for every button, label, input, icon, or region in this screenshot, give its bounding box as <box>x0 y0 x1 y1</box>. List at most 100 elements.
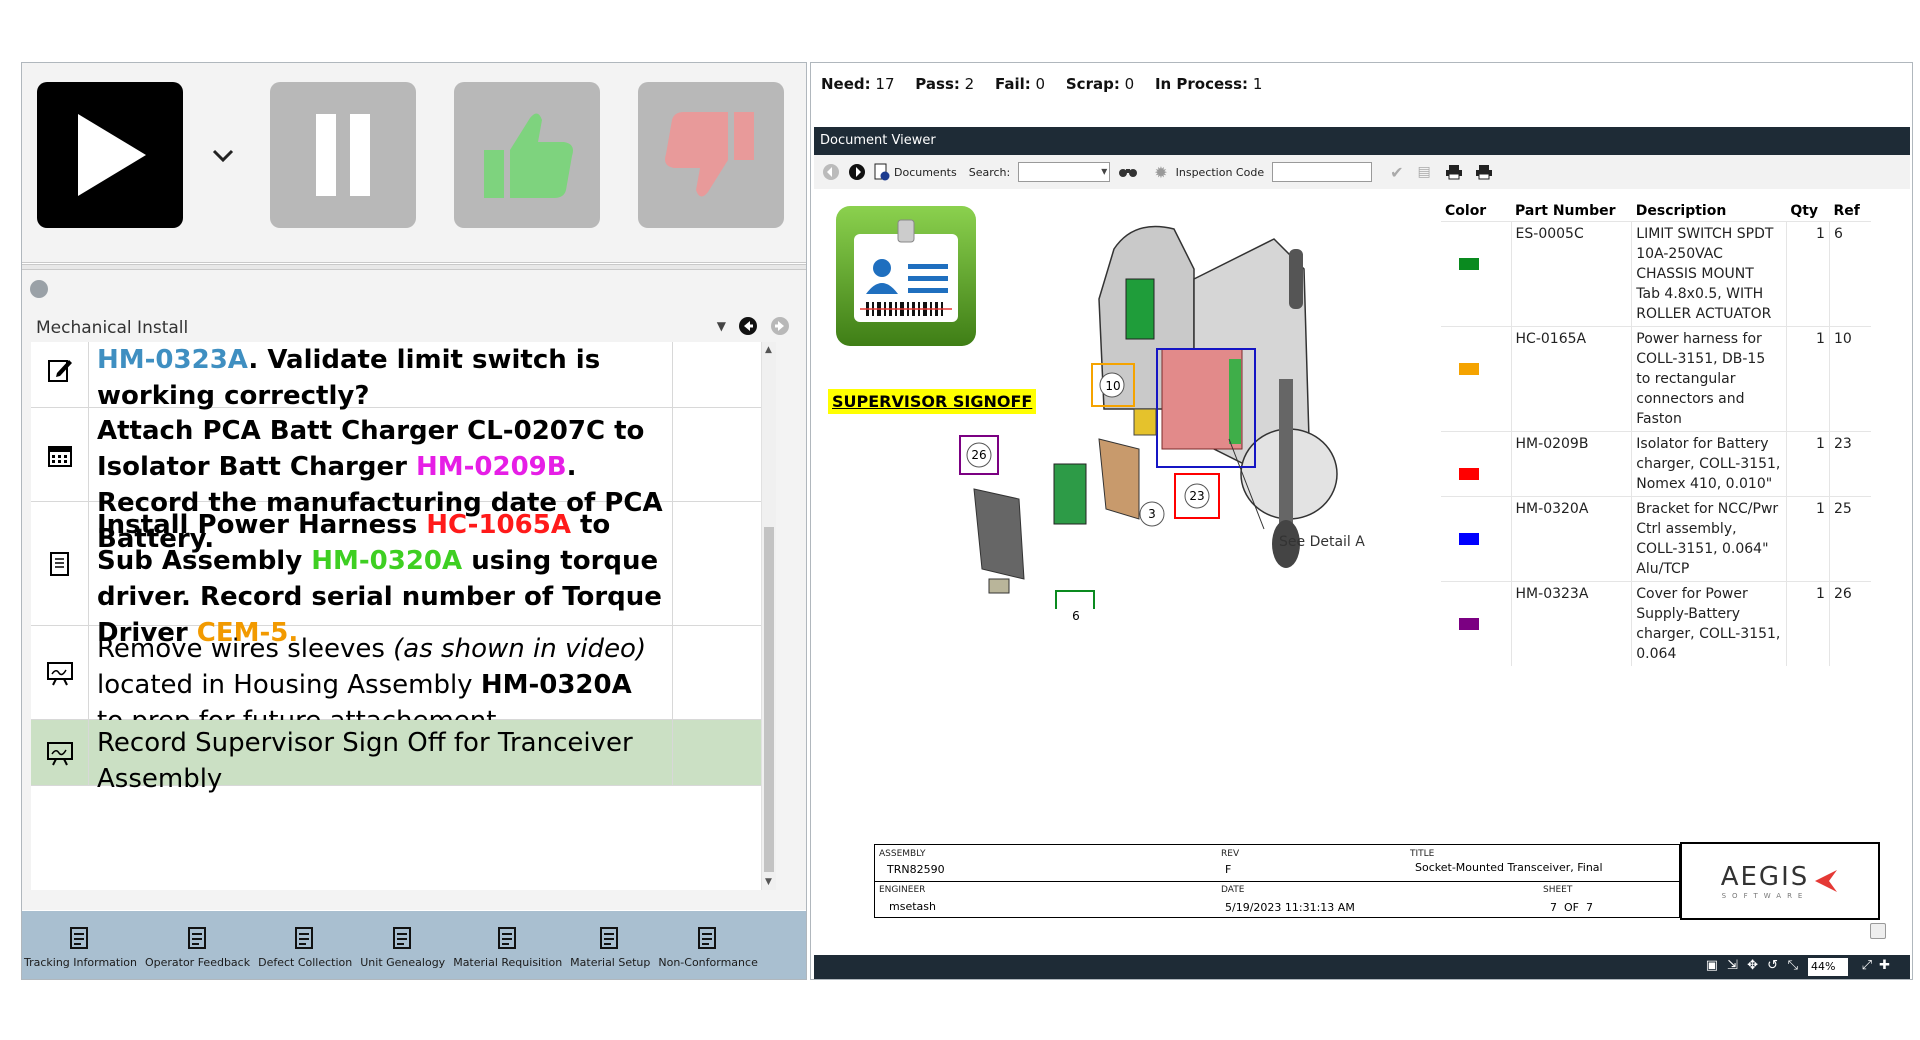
feedback-button[interactable]: Operator Feedback <box>145 926 250 969</box>
chevron-down-icon <box>212 149 234 163</box>
signoff-icon <box>31 720 89 785</box>
select-icon[interactable]: ▣ <box>1706 958 1718 973</box>
step-row[interactable]: Install Power Harness HC-1065A to Sub As… <box>31 502 761 648</box>
table-row[interactable]: HM-0323A Cover for Power Supply-Battery c… <box>1441 581 1871 666</box>
defect-icon <box>295 927 314 949</box>
search-dropdown[interactable] <box>1018 162 1111 182</box>
step-data-cell[interactable] <box>673 342 761 407</box>
quantity: 1 <box>1785 581 1830 666</box>
fail-label: Fail: <box>994 75 1031 93</box>
documents-button[interactable]: Documents <box>874 163 957 181</box>
step-instruction: Record Supervisor Sign Off for Tranceive… <box>89 720 673 794</box>
zoom-level[interactable]: 44% <box>1808 958 1848 976</box>
defect-button[interactable]: Defect Collection <box>258 926 352 969</box>
column-header: Part Number <box>1515 203 1616 219</box>
table-row[interactable]: HC-0165A Power harness for COLL-3151, DB-… <box>1441 326 1871 432</box>
pause-icon <box>316 114 370 196</box>
step-row[interactable]: Record Supervisor Sign Off for Tranceive… <box>31 720 761 794</box>
fit-page-icon[interactable]: ⤡ <box>1788 958 1798 973</box>
edit-icon[interactable] <box>30 280 48 298</box>
step-text-segment: Remove wires sleeves <box>97 634 394 664</box>
step-row[interactable]: Remove wires sleeves (as shown in video)… <box>31 626 761 736</box>
column-header: Qty <box>1790 203 1819 219</box>
print-all-icon[interactable] <box>1475 164 1493 180</box>
page-refresh-icon[interactable] <box>1870 923 1886 939</box>
part-number: HM-0209B <box>1510 431 1632 497</box>
need-count: 17 <box>875 75 895 93</box>
step-list[interactable]: HM-0323A. Validate limit switch is worki… <box>31 342 776 890</box>
title-label: TITLE <box>1410 849 1435 859</box>
vertical-scrollbar[interactable]: ▲ ▼ <box>761 342 776 890</box>
play-button[interactable] <box>37 82 183 228</box>
document-page[interactable]: SUPERVISOR SIGNOFF 10 26 3 23 6 See Deta… <box>814 189 1910 955</box>
requisition-button[interactable]: Material Requisition <box>453 926 562 969</box>
pass-button[interactable] <box>454 82 600 228</box>
parts-table: Color Part Number Description Qty Ref ES-000… <box>1441 201 1871 666</box>
title-value: Socket-Mounted Transceiver, Final <box>1415 861 1603 874</box>
next-icon[interactable] <box>770 316 790 336</box>
callout-label: 23 <box>1189 489 1205 503</box>
scroll-down-icon[interactable]: ▼ <box>765 877 772 887</box>
color-swatch-cell <box>1441 581 1512 666</box>
app-window: Mechanical Install ▼ HM-0323A. Validate … <box>21 62 1913 980</box>
scroll-up-icon[interactable]: ▲ <box>765 345 772 355</box>
part-number: HM-0323A <box>1510 581 1632 666</box>
table-row[interactable]: ES-0005C LIMIT SWITCH SPDT 10A-250VAC CHA… <box>1441 221 1871 327</box>
documents-label: Documents <box>894 165 957 179</box>
reference: 10 <box>1828 326 1871 432</box>
check-icon[interactable]: ✔ <box>1390 163 1403 182</box>
step-text-segment: Install Power Harness <box>97 510 427 540</box>
logo-arrow-icon <box>1815 870 1838 892</box>
table-row[interactable]: HM-0320A Bracket for NCC/Pwr Ctrl assembl… <box>1441 496 1871 582</box>
binoculars-icon[interactable] <box>1118 165 1138 179</box>
toolbar-label: Unit Genealogy <box>360 956 446 969</box>
chevron-down-icon[interactable]: ▼ <box>717 319 726 333</box>
pause-button[interactable] <box>270 82 416 228</box>
tracking-button[interactable]: Tracking Information <box>24 926 137 969</box>
inspection-code-input[interactable] <box>1272 162 1373 182</box>
zoom-out-icon[interactable]: ⤢ <box>1862 958 1872 973</box>
callout-label: 6 <box>1072 609 1080 623</box>
filter-icon[interactable]: ▤ <box>1418 164 1431 180</box>
fit-width-icon[interactable]: ⇲ <box>1727 958 1738 973</box>
callout-label: 3 <box>1148 507 1156 521</box>
scrap-label: Scrap: <box>1065 75 1120 93</box>
back-icon[interactable] <box>822 163 840 181</box>
fail-button[interactable] <box>638 82 784 228</box>
step-row[interactable]: HM-0323A. Validate limit switch is worki… <box>31 342 761 411</box>
part-number: HM-0320A <box>1510 496 1632 582</box>
column-header: Color <box>1445 203 1487 219</box>
scrollbar-thumb[interactable] <box>764 527 774 872</box>
pass-count: 2 <box>964 75 975 93</box>
table-row[interactable]: HM-0209B Isolator for Battery charger, CO… <box>1441 431 1871 497</box>
print-icon[interactable] <box>1445 164 1463 180</box>
previous-icon[interactable] <box>738 316 758 336</box>
column-header: Ref <box>1833 203 1860 219</box>
step-data-cell[interactable] <box>673 502 761 625</box>
genealogy-button[interactable]: Unit Genealogy <box>360 926 445 969</box>
play-options-dropdown[interactable] <box>208 141 238 171</box>
gear-icon[interactable]: ✹ <box>1154 163 1167 182</box>
setup-button[interactable]: Material Setup <box>570 926 650 969</box>
forward-icon[interactable] <box>848 163 866 181</box>
part-number: HC-0165A <box>1510 326 1632 432</box>
description: LIMIT SWITCH SPDT 10A-250VAC CHASSIS MOU… <box>1631 221 1787 327</box>
step-row[interactable]: Attach PCA Batt Charger CL-0207C to Isol… <box>31 408 761 554</box>
rotate-icon[interactable]: ↺ <box>1767 958 1778 973</box>
thumbs-down-icon <box>665 112 754 197</box>
step-data-cell[interactable] <box>673 408 761 501</box>
pass-label: Pass: <box>915 75 960 93</box>
step-data-cell[interactable] <box>673 720 761 785</box>
toolbar-label: Material Requisition <box>453 956 563 969</box>
description: Cover for Power Supply-Battery charger, … <box>1631 581 1787 666</box>
description: Bracket for NCC/Pwr Ctrl assembly, COLL-… <box>1631 496 1787 582</box>
document-viewer-toolbar: Documents Search: ✹ Inspection Code ✔ ▤ <box>814 155 1910 189</box>
scrap-count: 0 <box>1124 75 1135 93</box>
step-text-segment: Record Supervisor Sign Off for Tranceive… <box>97 728 633 794</box>
pan-icon[interactable]: ✥ <box>1747 958 1758 973</box>
step-instruction: Remove wires sleeves (as shown in video)… <box>89 626 673 736</box>
zoom-in-icon[interactable]: ✚ <box>1879 958 1890 973</box>
documents-icon <box>874 163 890 181</box>
nonconformance-button[interactable]: Non-Conformance <box>658 926 758 969</box>
step-data-cell[interactable] <box>673 626 761 719</box>
